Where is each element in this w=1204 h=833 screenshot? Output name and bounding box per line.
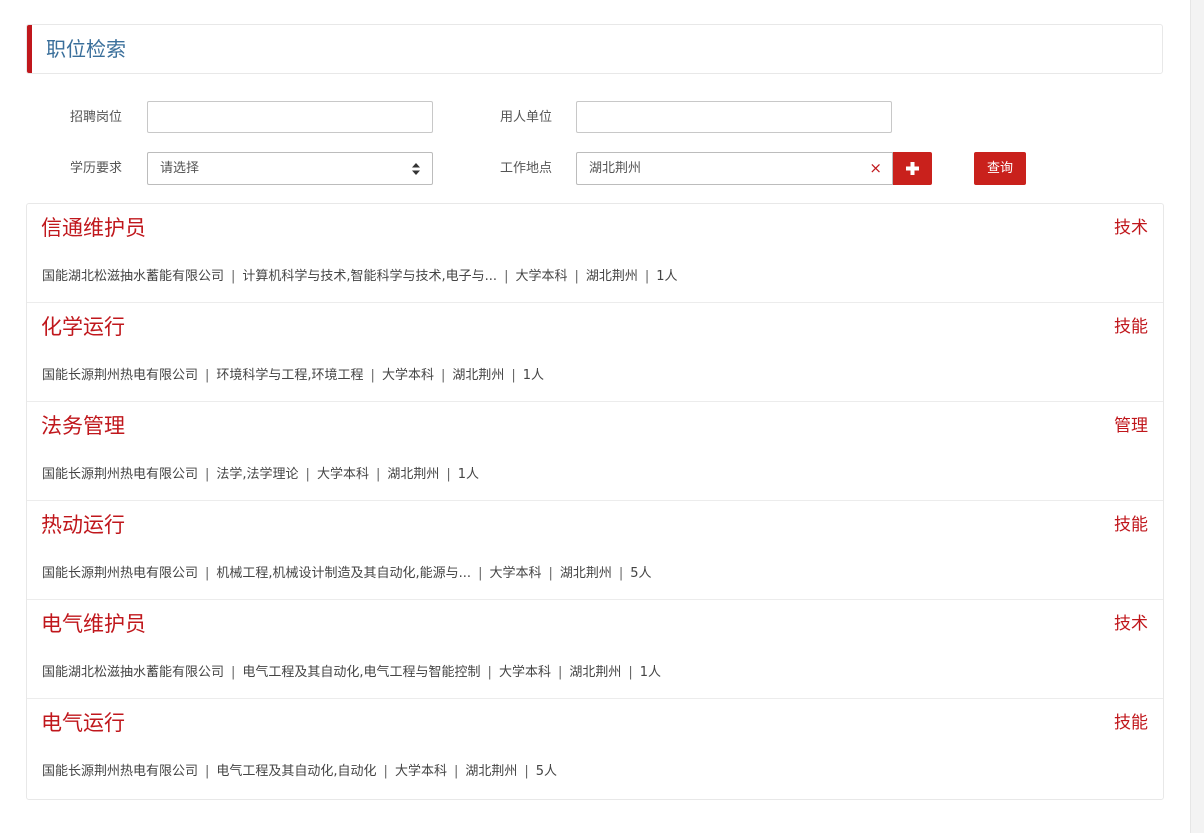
position-input[interactable] — [147, 101, 433, 133]
select-updown-icon — [412, 163, 420, 175]
job-count: 5人 — [535, 764, 558, 779]
job-education: 大学本科 — [394, 764, 447, 779]
job-category: 管理 — [1114, 416, 1148, 436]
job-count: 5人 — [630, 566, 652, 581]
job-majors: 计算机科学与技术,智能科学与技术,电子与... — [242, 269, 498, 284]
job-count: 1人 — [457, 467, 480, 482]
job-title[interactable]: 电气运行 — [41, 709, 125, 737]
separator: | — [557, 665, 563, 680]
job-category: 技能 — [1114, 515, 1148, 535]
job-item[interactable]: 电气运行 技能 国能长源荆州热电有限公司 | 电气工程及其自动化,自动化 | 大学本科 |… — [27, 699, 1163, 798]
job-majors: 电气工程及其自动化,电气工程与智能控制 — [242, 665, 481, 680]
job-location: 湖北荆州 — [559, 566, 612, 581]
separator: | — [440, 368, 446, 383]
separator: | — [548, 566, 553, 581]
query-button[interactable]: 查询 — [974, 152, 1026, 185]
education-selected-value: 请选择 — [160, 161, 200, 176]
separator: | — [375, 467, 381, 482]
job-education: 大学本科 — [498, 665, 551, 680]
separator: | — [205, 764, 210, 779]
job-education: 大学本科 — [489, 566, 542, 581]
job-title[interactable]: 热动运行 — [41, 511, 125, 539]
job-meta: 国能长源荆州热电有限公司 | 环境科学与工程,环境工程 | 大学本科 | 湖北荆州 | 1人 — [42, 367, 544, 384]
job-item[interactable]: 法务管理 管理 国能长源荆州热电有限公司 | 法学,法学理论 | 大学本科 | 湖北荆州 | 1… — [27, 402, 1163, 501]
job-meta: 国能湖北松滋抽水蓄能有限公司 | 计算机科学与技术,智能科学与技术,电子与... | 大… — [42, 268, 678, 285]
separator: | — [524, 764, 529, 779]
separator: | — [504, 269, 509, 284]
education-select[interactable]: 请选择 — [147, 152, 433, 185]
education-label: 学历要求 — [70, 161, 123, 176]
job-education: 大学本科 — [381, 368, 434, 383]
job-item[interactable]: 化学运行 技能 国能长源荆州热电有限公司 | 环境科学与工程,环境工程 | 大学本科 | 湖… — [27, 303, 1163, 402]
separator: | — [446, 467, 451, 482]
job-education: 大学本科 — [515, 269, 568, 284]
separator: | — [478, 566, 483, 581]
separator: | — [487, 665, 492, 680]
add-location-button[interactable] — [893, 152, 932, 185]
job-location: 湖北荆州 — [585, 269, 638, 284]
job-title[interactable]: 电气维护员 — [41, 610, 146, 638]
job-majors: 环境科学与工程,环境工程 — [216, 368, 364, 383]
job-meta: 国能长源荆州热电有限公司 | 机械工程,机械设计制造及其自动化,能源与... | 大学本… — [42, 565, 652, 582]
separator: | — [205, 467, 210, 482]
job-company: 国能湖北松滋抽水蓄能有限公司 — [42, 665, 225, 680]
separator: | — [628, 665, 633, 680]
employer-label: 用人单位 — [500, 110, 553, 125]
job-majors: 法学,法学理论 — [216, 467, 299, 482]
job-company: 国能长源荆州热电有限公司 — [42, 566, 199, 581]
job-category: 技术 — [1114, 218, 1148, 238]
job-category: 技能 — [1114, 713, 1148, 733]
plus-icon — [906, 162, 919, 175]
separator: | — [205, 566, 210, 581]
job-location: 湖北荆州 — [569, 665, 622, 680]
job-company: 国能长源荆州热电有限公司 — [42, 764, 199, 779]
job-meta: 国能长源荆州热电有限公司 | 电气工程及其自动化,自动化 | 大学本科 | 湖北荆州 | 5人 — [42, 763, 557, 780]
job-majors: 电气工程及其自动化,自动化 — [216, 764, 377, 779]
job-title[interactable]: 法务管理 — [41, 412, 125, 440]
job-category: 技术 — [1114, 614, 1148, 634]
job-category: 技能 — [1114, 317, 1148, 337]
clear-location-icon[interactable]: × — [869, 159, 882, 177]
location-value: 湖北荆州 — [589, 161, 642, 176]
job-item[interactable]: 热动运行 技能 国能长源荆州热电有限公司 | 机械工程,机械设计制造及其自动化,能源… — [27, 501, 1163, 600]
job-location: 湖北荆州 — [465, 764, 518, 779]
separator: | — [644, 269, 650, 284]
separator: | — [205, 368, 210, 383]
job-list: 信通维护员 技术 国能湖北松滋抽水蓄能有限公司 | 计算机科学与技术,智能科学与技术… — [26, 203, 1164, 800]
separator: | — [370, 368, 375, 383]
separator: | — [453, 764, 459, 779]
job-count: 1人 — [656, 269, 678, 284]
job-count: 1人 — [522, 368, 545, 383]
job-title[interactable]: 化学运行 — [41, 313, 125, 341]
location-label: 工作地点 — [500, 161, 553, 176]
job-majors: 机械工程,机械设计制造及其自动化,能源与... — [216, 566, 472, 581]
separator: | — [305, 467, 310, 482]
job-company: 国能湖北松滋抽水蓄能有限公司 — [42, 269, 225, 284]
job-title[interactable]: 信通维护员 — [41, 214, 146, 242]
header-accent-bar — [27, 25, 32, 73]
page: 职位检索 招聘岗位 用人单位 学历要求 请选择 工作地点 湖北荆州 × 查询 信… — [0, 0, 1204, 833]
section-header: 职位检索 — [26, 24, 1163, 74]
job-item[interactable]: 电气维护员 技术 国能湖北松滋抽水蓄能有限公司 | 电气工程及其自动化,电气工程与智… — [27, 600, 1163, 699]
separator: | — [511, 368, 516, 383]
job-location: 湖北荆州 — [452, 368, 505, 383]
position-label: 招聘岗位 — [70, 110, 123, 125]
job-count: 1人 — [639, 665, 662, 680]
job-item[interactable]: 信通维护员 技术 国能湖北松滋抽水蓄能有限公司 | 计算机科学与技术,智能科学与技术… — [27, 204, 1163, 303]
job-meta: 国能湖北松滋抽水蓄能有限公司 | 电气工程及其自动化,电气工程与智能控制 | 大学本科 |… — [42, 664, 661, 681]
job-company: 国能长源荆州热电有限公司 — [42, 368, 199, 383]
separator: | — [383, 764, 388, 779]
job-education: 大学本科 — [316, 467, 369, 482]
location-field[interactable]: 湖北荆州 × — [576, 152, 893, 185]
employer-input[interactable] — [576, 101, 892, 133]
page-title: 职位检索 — [46, 37, 126, 61]
separator: | — [231, 665, 236, 680]
separator: | — [574, 269, 579, 284]
job-meta: 国能长源荆州热电有限公司 | 法学,法学理论 | 大学本科 | 湖北荆州 | 1人 — [42, 466, 479, 483]
scrollbar-track[interactable] — [1190, 0, 1204, 833]
job-company: 国能长源荆州热电有限公司 — [42, 467, 199, 482]
separator: | — [618, 566, 624, 581]
separator: | — [231, 269, 236, 284]
job-location: 湖北荆州 — [387, 467, 440, 482]
